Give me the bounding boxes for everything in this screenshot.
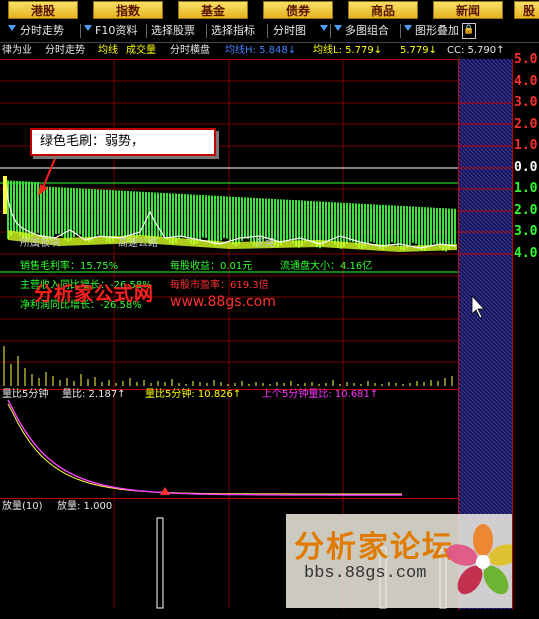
vol-ratio-5min-value: 量比5分钟: 10.826↑ [145, 389, 242, 400]
callout-arrow [41, 155, 57, 191]
volume-value: 放量: 1.000 [57, 501, 113, 512]
volume-spike [156, 517, 164, 609]
float-label: 流通盘大小：4.16亿 [280, 261, 373, 272]
watermark-url: www.88gs.com [170, 294, 276, 310]
price-spike [3, 176, 7, 214]
industry-label: 高速公路 [118, 238, 158, 249]
watermark-text: 分析家公式网 [34, 283, 155, 305]
vol-ratio-value: 量比: 2.187↑ [62, 389, 126, 400]
eps-label: 每股收益：0.01元 [170, 261, 253, 272]
stock-terminal-window: 港股 指数 基金 债券 商品 新闻 股 分时走势 F10资料 选择股票 选择指标… [0, 0, 539, 619]
gross-margin-label: 销售毛利率：15.75% [20, 261, 119, 272]
pe-ratio-label: 每股市盈率：619.3倍 [170, 280, 269, 291]
annotation-callout: 绿色毛刷：弱势， [30, 128, 216, 156]
mouse-cursor-icon [471, 294, 485, 319]
up-arrow-icon [160, 487, 170, 495]
prev-vol-ratio-value: 上个5分钟量比: 10.681↑ [262, 389, 379, 400]
volume-title: 放量(10) [2, 501, 43, 512]
forum-logo: 分析家论坛 bbs.88gs.com [286, 514, 512, 608]
sector-label: 所属板块 [20, 238, 60, 249]
flower-icon [446, 524, 512, 595]
region-label: 东莞 [255, 238, 275, 249]
vol-ratio-title: 量比5分钟 [2, 389, 49, 400]
